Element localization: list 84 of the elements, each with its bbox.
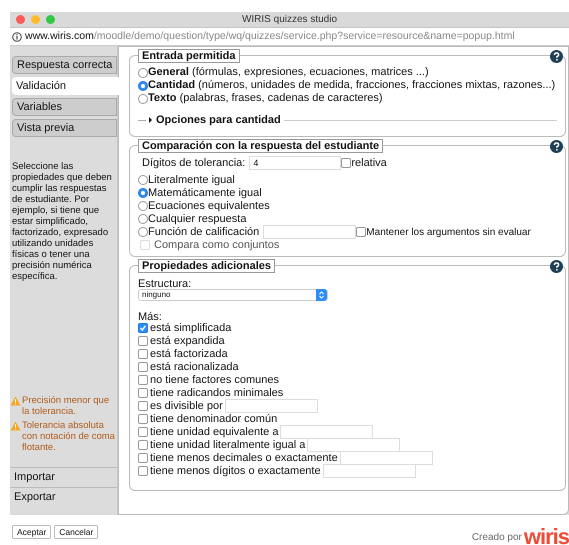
dialog-button[interactable]: Aceptar [12,525,52,539]
address-url[interactable]: www.wiris.com/moodle/demo/question/type/wq/quizzes/service.php?service=resource&name=popup.html [25,28,515,44]
input-field[interactable] [307,438,400,452]
checkbox-label: tiene unidad equivalente a [150,424,278,440]
zoom-icon[interactable] [46,15,55,24]
window-title: WIRIS quizzes studio [242,13,338,27]
radio-label: Cantidad (números, unidades de medida, fracciones, fracciones mixtas, razones...) [148,78,556,93]
checkbox-label: está simplificada [150,320,232,336]
structure-select[interactable]: ninguno [138,288,328,300]
radio-button[interactable] [138,214,148,224]
tab[interactable]: Respuesta correcta [12,56,117,74]
warning-text: Precisión menor que la tolerancia. [22,395,110,417]
tab[interactable]: Validación [12,77,119,95]
help-icon[interactable] [550,260,563,272]
warning-icon [10,421,21,431]
checkbox-label: está expandida [150,334,225,348]
checkbox-label: tiene radicandos minimales [150,386,284,401]
checkbox[interactable] [138,440,148,450]
radio-label: Ecuaciones equivalentes [148,198,270,214]
checkbox-label: tiene denominador común [150,412,278,427]
checkbox-label: Mantener los argumentos sin evaluar [366,226,531,240]
radio-label: Función de calificación [148,224,260,240]
radio-button[interactable] [138,94,148,104]
checkbox-label: relativa [351,156,387,171]
radio-button[interactable] [138,227,148,237]
radio-label: General (fórmulas, expresiones, ecuaciones, matrices ...) [148,65,429,80]
checkbox[interactable] [356,227,366,237]
section-title: Propiedades adicionales [138,258,275,272]
checkbox-label: tiene menos dígitos o exactamente [150,464,321,479]
field-label: Dígitos de tolerancia: [142,156,246,171]
input-field[interactable] [280,425,374,439]
checkbox[interactable] [138,427,148,437]
checkbox-label: tiene unidad literalmente igual a [150,438,306,453]
radio-label: Texto (palabras, frases, cadenas de caracteres) [148,91,383,106]
checkbox[interactable] [138,362,148,372]
checkbox-label: Compara como conjuntos [154,238,280,253]
help-icon[interactable] [550,140,563,152]
checkbox-label: tiene menos decimales o exactamente [150,450,338,466]
checkbox[interactable] [138,349,148,359]
radio-button[interactable] [138,175,148,185]
checkbox-label: está racionalizada [150,360,239,375]
dialog-button[interactable]: Cancelar [54,525,98,539]
input-field[interactable] [263,225,356,239]
checkbox[interactable] [138,375,148,385]
wiris-logo[interactable]: wiris [524,527,569,545]
input-field[interactable] [322,464,416,478]
checkbox-label: es divisible por [150,398,223,414]
close-icon[interactable] [16,15,25,24]
options-toggle[interactable]: Opciones para cantidad [149,112,281,128]
sidebar-item[interactable]: Exportar [10,487,117,507]
input-field[interactable] [224,399,318,413]
radio-button[interactable] [138,80,148,90]
checkbox[interactable] [138,336,148,346]
input-field[interactable] [340,451,433,465]
section-title: Entrada permitida [138,49,240,63]
checkbox[interactable] [138,401,148,411]
tab[interactable]: Variables [12,98,117,116]
warning-icon [10,396,21,406]
radio-label: Literalmente igual [148,172,235,188]
sidebar-item[interactable]: Importar [10,467,117,487]
checkbox[interactable] [138,323,148,333]
updown-icon [316,288,327,300]
checkbox-label: está factorizada [150,346,228,362]
tolerance-field[interactable]: 4 [249,156,342,170]
checkbox-label: no tiene factores comunes [150,372,280,388]
help-icon[interactable] [550,50,563,63]
warning-text: Tolerancia absoluta con notación de coma flotante. [22,420,115,453]
radio-label: Matemáticamente igual [148,186,262,201]
radio-button[interactable] [138,201,148,211]
checkbox[interactable] [138,414,148,424]
section-title: Comparación con la respuesta del estudiante [138,138,384,152]
checkbox[interactable] [138,388,148,398]
field-label: Estructura: [138,276,192,288]
checkbox[interactable] [138,453,148,463]
radio-button[interactable] [138,68,148,78]
checkbox[interactable] [138,466,148,476]
field-label: Más: [138,310,163,322]
checkbox[interactable] [341,158,352,168]
radio-button[interactable] [138,188,148,198]
radio-label: Cualquier respuesta [148,212,246,226]
info-icon[interactable] [12,32,22,42]
help-text: Seleccione las propiedades que deben cumplir las respuestas de estudiante. Por ejemplo, si tiene que estar simplificado, factorizado, expresado utilizando unidades físicas o tener una precisión numérica específica. [11,161,113,282]
credit-text: Creado por [472,531,522,545]
tab[interactable]: Vista previa [12,119,117,137]
